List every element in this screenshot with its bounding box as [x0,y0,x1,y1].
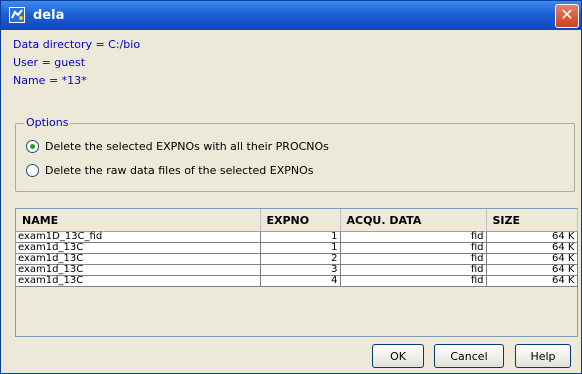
cell-acqu: fid [340,242,487,254]
ok-button[interactable]: OK [372,344,424,368]
radio-selected-icon[interactable] [26,140,39,153]
column-header-expno[interactable]: EXPNO [260,209,341,232]
ok-button-label: OK [390,349,406,363]
radio-unselected-icon[interactable] [26,164,39,177]
cell-acqu: fid [340,253,487,265]
close-button[interactable]: ✕ [555,4,579,28]
cell-size: 64 K [486,242,578,254]
cell-acqu: fid [340,264,487,276]
cell-name: exam1d_13C [16,242,261,254]
column-header-name[interactable]: NAME [16,209,261,232]
cell-name: exam1D_13C_fid [16,231,261,243]
options-group: Options Delete the selected EXPNOs with … [15,116,575,192]
cell-acqu: fid [340,231,487,243]
table-row[interactable]: exam1d_13C 3 fid 64 K [16,264,578,276]
cell-name: exam1d_13C [16,253,261,265]
title-bar[interactable]: dela ✕ [1,1,581,30]
user-label: User = guest [13,56,86,69]
table-row[interactable]: exam1d_13C 1 fid 64 K [16,242,578,254]
table-row[interactable]: exam1d_13C 2 fid 64 K [16,253,578,265]
cell-expno: 3 [260,264,341,276]
cell-size: 64 K [486,275,578,287]
cell-expno: 2 [260,253,341,265]
expno-table: NAME EXPNO ACQU. DATA SIZE exam1D_13C_fi… [15,208,578,337]
cell-size: 64 K [486,253,578,265]
data-directory-label: Data directory = C:/bio [13,38,141,51]
help-button[interactable]: Help [515,344,571,368]
option-label: Delete the raw data files of the selecte… [45,164,314,177]
option-label: Delete the selected EXPNOs with all thei… [45,140,329,153]
cell-expno: 1 [260,242,341,254]
window-title: dela [33,8,65,23]
option-delete-raw-data[interactable]: Delete the raw data files of the selecte… [26,164,314,177]
cell-expno: 4 [260,275,341,287]
close-icon: ✕ [560,5,574,24]
cell-size: 64 K [486,231,578,243]
cell-name: exam1d_13C [16,264,261,276]
cancel-button-label: Cancel [450,349,488,363]
cell-acqu: fid [340,275,487,287]
column-header-acqu-data[interactable]: ACQU. DATA [340,209,487,232]
app-icon [9,7,25,23]
name-label: Name = *13* [13,74,87,87]
table-row[interactable]: exam1d_13C 4 fid 64 K [16,275,578,287]
cell-name: exam1d_13C [16,275,261,287]
help-button-label: Help [530,349,556,363]
option-delete-procnos[interactable]: Delete the selected EXPNOs with all thei… [26,140,329,153]
cell-expno: 1 [260,231,341,243]
dialog-window: dela ✕ Data directory = C:/bio User = gu… [0,0,582,374]
cancel-button[interactable]: Cancel [434,344,504,368]
cell-size: 64 K [486,264,578,276]
table-row[interactable]: exam1D_13C_fid 1 fid 64 K [16,231,578,243]
column-header-size[interactable]: SIZE [486,209,578,232]
options-legend: Options [24,116,71,129]
